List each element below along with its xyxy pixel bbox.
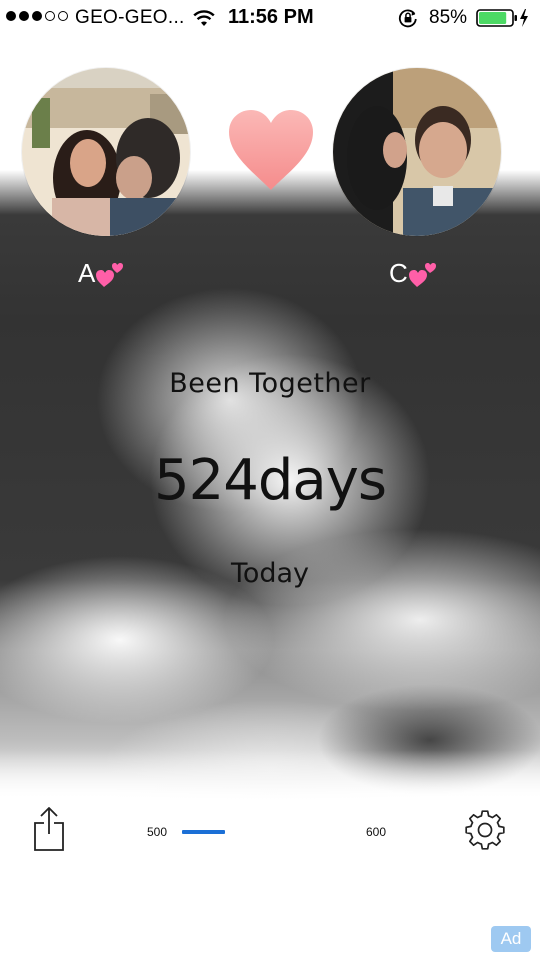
milestone-max-label: 600 [366, 825, 387, 839]
been-together-heading: Been Together [169, 368, 371, 399]
heart-icon [229, 110, 313, 190]
days-together-count[interactable]: 524days [0, 448, 540, 513]
signal-dot [19, 11, 29, 21]
signal-dot [6, 11, 16, 21]
avatar-right[interactable] [333, 68, 501, 236]
milestone-min-label: 500 [147, 825, 168, 839]
signal-strength-icon [6, 11, 68, 21]
partner-name-left[interactable]: A [78, 256, 125, 290]
two-hearts-icon [96, 263, 124, 287]
share-icon[interactable] [32, 806, 66, 852]
ad-badge[interactable]: Ad [491, 926, 531, 952]
partner-name-right-label: C [389, 257, 408, 288]
partner-name-right[interactable]: C [389, 256, 438, 290]
couple-photo-left [22, 68, 190, 236]
milestone-progress-fill [182, 830, 226, 834]
status-bar: GEO-GEO... 11:56 PM 85% [0, 0, 540, 36]
avatar-left[interactable] [22, 68, 190, 236]
battery-icon [476, 9, 528, 27]
couple-photo-right [333, 68, 501, 236]
rotation-lock-icon [398, 9, 417, 28]
signal-dot [45, 11, 55, 21]
date-label[interactable]: Today [0, 558, 540, 589]
battery-percentage: 85% [429, 7, 468, 28]
wifi-icon [193, 10, 215, 26]
partner-name-left-label: A [78, 257, 96, 288]
app-screen: GEO-GEO... 11:56 PM 85% A C Been Togethe… [0, 0, 540, 960]
signal-dot [58, 11, 68, 21]
carrier-name: GEO-GEO... [75, 7, 185, 28]
signal-dot [32, 11, 42, 21]
milestone-progress-bar [182, 830, 362, 834]
status-time: 11:56 PM [228, 6, 314, 28]
two-hearts-icon [408, 263, 436, 287]
gear-icon[interactable] [463, 808, 507, 852]
